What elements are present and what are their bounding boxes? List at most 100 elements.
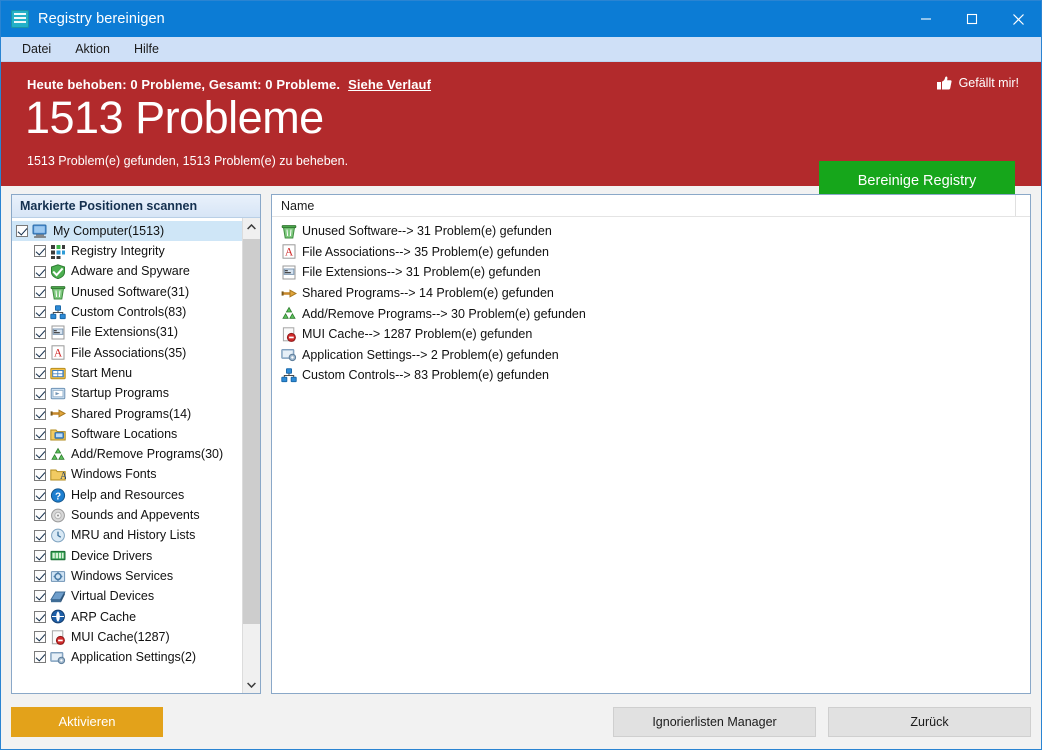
main-content: Markierte Positionen scannen My Computer… xyxy=(1,186,1041,694)
tree-item-windows-fonts[interactable]: A Windows Fonts xyxy=(12,465,242,485)
scroll-up-icon[interactable] xyxy=(243,218,260,235)
result-row[interactable]: File Extensions--> 31 Problem(e) gefunde… xyxy=(272,262,1030,283)
tree-item-application-settings-2[interactable]: Application Settings(2) xyxy=(12,647,242,667)
like-label: Gefällt mir! xyxy=(958,76,1019,90)
back-button[interactable]: Zurück xyxy=(828,706,1031,737)
banner-status-line: Heute behoben: 0 Probleme, Gesamt: 0 Pro… xyxy=(27,77,431,92)
folder-monitor-icon xyxy=(50,427,66,442)
tree-item-add-remove-programs-30[interactable]: Add/Remove Programs(30) xyxy=(12,444,242,464)
svg-text:A: A xyxy=(60,471,66,482)
result-row-label: Shared Programs--> 14 Problem(e) gefunde… xyxy=(302,286,554,301)
trash-icon xyxy=(281,224,297,239)
tree-item-shared-programs-14[interactable]: Shared Programs(14) xyxy=(12,404,242,424)
tree-item-checkbox[interactable] xyxy=(34,265,46,278)
menu-bar: Datei Aktion Hilfe xyxy=(1,37,1041,62)
maximize-icon[interactable] xyxy=(949,1,995,37)
tree-item-checkbox[interactable] xyxy=(34,286,46,299)
tree-item-software-locations[interactable]: Software Locations xyxy=(12,424,242,444)
tree-item-checkbox[interactable] xyxy=(34,509,46,522)
result-row[interactable]: Unused Software--> 31 Problem(e) gefunde… xyxy=(272,221,1030,242)
menu-item-hilfe[interactable]: Hilfe xyxy=(123,40,170,58)
tree-item-checkbox[interactable] xyxy=(34,387,46,400)
tree-item-checkbox[interactable] xyxy=(34,448,46,461)
tree-item-label: Add/Remove Programs(30) xyxy=(71,447,224,462)
fixed-count-text: Heute behoben: 0 Probleme, Gesamt: 0 Pro… xyxy=(27,77,341,92)
tree-item-windows-services[interactable]: Windows Services xyxy=(12,566,242,586)
tree-item-sounds-and-appevents[interactable]: Sounds and Appevents xyxy=(12,505,242,525)
tree-item-file-extensions-31[interactable]: File Extensions(31) xyxy=(12,322,242,342)
tree-item-label: Application Settings(2) xyxy=(71,650,197,665)
tree-item-label: Sounds and Appevents xyxy=(71,508,200,523)
tree-item-adware-and-spyware[interactable]: Adware and Spyware xyxy=(12,262,242,282)
problem-count-headline: 1513 Probleme xyxy=(25,92,324,143)
controls-icon xyxy=(50,305,66,320)
mui-cache-icon xyxy=(281,327,297,342)
menu-item-aktion[interactable]: Aktion xyxy=(64,40,121,58)
tree-item-checkbox[interactable] xyxy=(16,225,28,238)
mui-cache-icon xyxy=(50,629,66,645)
results-header: Name xyxy=(272,195,1030,217)
tree-item-mru-and-history-lists[interactable]: MRU and History Lists xyxy=(12,525,242,545)
tree-item-start-menu[interactable]: Start Menu xyxy=(12,363,242,383)
results-list[interactable]: Unused Software--> 31 Problem(e) gefunde… xyxy=(272,217,1030,386)
menu-item-datei[interactable]: Datei xyxy=(11,40,62,58)
letter-a-icon: A xyxy=(50,345,66,361)
tree-item-device-drivers[interactable]: Device Drivers xyxy=(12,546,242,566)
tree-item-registry-integrity[interactable]: Registry Integrity xyxy=(12,241,242,261)
app-settings-icon xyxy=(50,650,66,665)
activate-button[interactable]: Aktivieren xyxy=(11,706,163,737)
tree-item-checkbox[interactable] xyxy=(34,346,46,359)
result-row[interactable]: Custom Controls--> 83 Problem(e) gefunde… xyxy=(272,365,1030,386)
result-row[interactable]: Add/Remove Programs--> 30 Problem(e) gef… xyxy=(272,303,1030,324)
tree-item-checkbox[interactable] xyxy=(34,468,46,481)
tree-item-help-and-resources[interactable]: ? Help and Resources xyxy=(12,485,242,505)
tree-item-label: Unused Software(31) xyxy=(71,284,190,299)
arp-cache-icon xyxy=(50,609,66,624)
tree-item-checkbox[interactable] xyxy=(34,529,46,542)
tree-item-checkbox[interactable] xyxy=(34,549,46,562)
tree-item-checkbox[interactable] xyxy=(34,326,46,339)
tree-item-label: Custom Controls(83) xyxy=(71,305,187,320)
tree-scroll-track[interactable] xyxy=(243,235,260,676)
tree-item-checkbox[interactable] xyxy=(34,610,46,623)
column-divider[interactable] xyxy=(1015,195,1016,216)
minimize-icon[interactable] xyxy=(903,1,949,37)
computer-icon xyxy=(32,224,48,239)
result-row[interactable]: MUI Cache--> 1287 Problem(e) gefunden xyxy=(272,324,1030,345)
result-row-label: Custom Controls--> 83 Problem(e) gefunde… xyxy=(302,368,549,383)
tree-item-checkbox[interactable] xyxy=(34,489,46,501)
like-widget[interactable]: Gefällt mir! xyxy=(936,76,1019,90)
tree-item-checkbox[interactable] xyxy=(34,570,46,583)
history-link[interactable]: Siehe Verlauf xyxy=(348,77,431,92)
result-row[interactable]: Shared Programs--> 14 Problem(e) gefunde… xyxy=(272,283,1030,304)
tree-item-checkbox[interactable] xyxy=(34,631,46,644)
tree-item-checkbox[interactable] xyxy=(34,590,46,603)
tree-item-file-associations-35[interactable]: A File Associations(35) xyxy=(12,343,242,363)
tree-item-arp-cache[interactable]: ARP Cache xyxy=(12,607,242,627)
tree-item-checkbox[interactable] xyxy=(34,367,46,380)
result-row[interactable]: Application Settings--> 2 Problem(e) gef… xyxy=(272,345,1030,366)
scan-tree[interactable]: My Computer(1513) Registry Integrity Adwar… xyxy=(12,218,242,693)
tree-item-startup-programs[interactable]: Startup Programs xyxy=(12,383,242,403)
tree-scroll-thumb[interactable] xyxy=(243,239,260,624)
tree-item-my-computer-1513[interactable]: My Computer(1513) xyxy=(12,221,242,242)
results-panel: Name Unused Software--> 31 Problem(e) ge… xyxy=(271,194,1031,694)
tree-item-checkbox[interactable] xyxy=(34,428,46,441)
scan-locations-header: Markierte Positionen scannen xyxy=(12,195,260,218)
tree-item-mui-cache-1287[interactable]: MUI Cache(1287) xyxy=(12,627,242,647)
tree-item-unused-software-31[interactable]: Unused Software(31) xyxy=(12,282,242,302)
tree-item-virtual-devices[interactable]: Virtual Devices xyxy=(12,586,242,606)
file-extension-icon xyxy=(50,325,66,340)
close-icon[interactable] xyxy=(995,1,1041,37)
scroll-down-icon[interactable] xyxy=(243,676,260,693)
tree-item-checkbox[interactable] xyxy=(34,651,46,664)
tree-item-custom-controls-83[interactable]: Custom Controls(83) xyxy=(12,302,242,322)
result-row[interactable]: A File Associations--> 35 Problem(e) gefu… xyxy=(272,242,1030,263)
tree-item-checkbox[interactable] xyxy=(34,245,46,258)
tree-item-checkbox[interactable] xyxy=(34,306,46,319)
tree-item-checkbox[interactable] xyxy=(34,407,46,420)
ignore-list-manager-button[interactable]: Ignorierlisten Manager xyxy=(613,706,816,737)
tree-item-label: MRU and History Lists xyxy=(71,528,196,543)
tree-scrollbar[interactable] xyxy=(242,218,260,693)
tree-item-label: File Extensions(31) xyxy=(71,325,178,340)
